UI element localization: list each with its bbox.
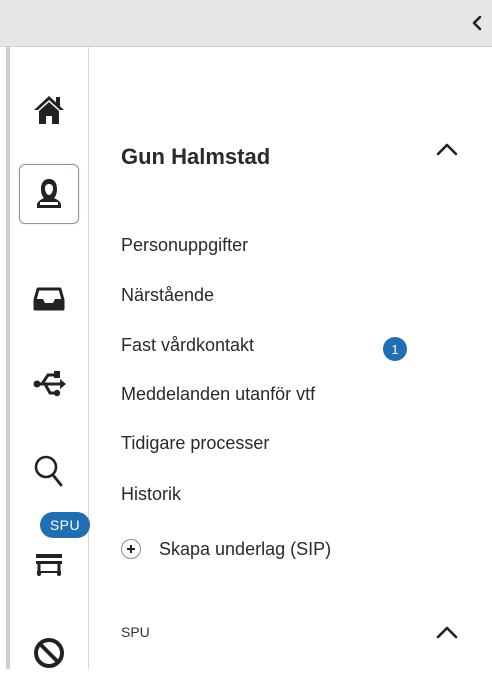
- rail-block-button[interactable]: [19, 623, 79, 683]
- menu-item-historik[interactable]: Historik: [121, 484, 181, 505]
- menu-item-tidigare-processer[interactable]: Tidigare processer: [121, 433, 269, 454]
- rail-share-button[interactable]: [19, 354, 79, 414]
- chevron-left-icon: [472, 15, 482, 31]
- usb-icon: [33, 371, 66, 397]
- rail-inbox-button[interactable]: [19, 269, 79, 329]
- inbox-icon: [33, 287, 65, 311]
- patient-icon: [37, 179, 61, 208]
- skapa-underlag-label: Skapa underlag (SIP): [159, 538, 332, 559]
- rail-home-button[interactable]: [19, 80, 79, 140]
- patient-panel: Gun Halmstad Personuppgifter Närstående …: [89, 47, 492, 669]
- collapse-patient-section-icon[interactable]: [436, 142, 458, 156]
- search-icon: [34, 455, 63, 487]
- rail-search-button[interactable]: [19, 441, 79, 501]
- rail-patient-button[interactable]: [19, 164, 79, 224]
- collapse-spu-section-icon[interactable]: [436, 625, 458, 639]
- home-icon: [34, 96, 64, 124]
- plus-circle-icon: [121, 539, 141, 559]
- fast-vardkontakt-count-badge: 1: [383, 337, 407, 361]
- rail-spu-button[interactable]: [19, 533, 79, 593]
- collapse-panel-button[interactable]: [468, 13, 486, 33]
- menu-item-personuppgifter[interactable]: Personuppgifter: [121, 235, 248, 256]
- spu-badge: SPU: [40, 512, 90, 538]
- skapa-underlag-button[interactable]: Skapa underlag (SIP): [121, 537, 331, 561]
- menu-item-narstaende[interactable]: Närstående: [121, 285, 214, 306]
- cart-icon: [36, 554, 62, 576]
- spu-section-title: SPU: [121, 624, 150, 640]
- block-icon: [34, 638, 64, 668]
- menu-item-fast-vardkontakt[interactable]: Fast vårdkontakt: [121, 335, 254, 356]
- top-bar: [0, 0, 492, 47]
- menu-item-meddelanden[interactable]: Meddelanden utanför vtf: [121, 384, 315, 405]
- icon-rail: SPU: [10, 47, 90, 669]
- patient-name: Gun Halmstad: [121, 144, 271, 169]
